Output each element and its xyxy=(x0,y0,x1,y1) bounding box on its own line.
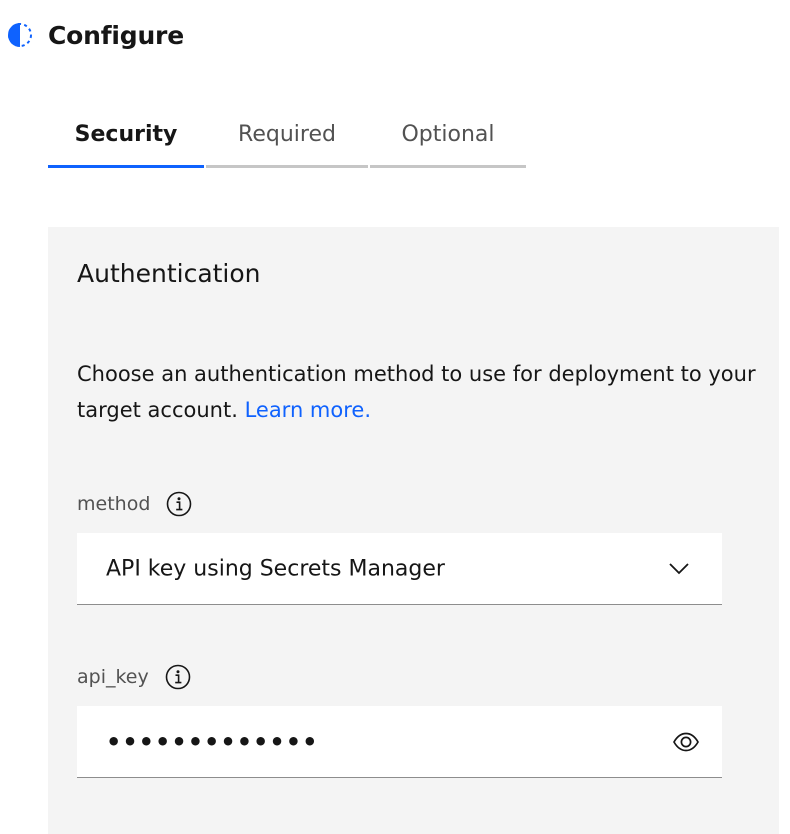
half-circle-progress-icon xyxy=(8,23,32,47)
authentication-panel: Authentication Choose an authentication … xyxy=(48,227,779,834)
method-selected-value: API key using Secrets Manager xyxy=(106,556,445,581)
page-header: Configure xyxy=(7,18,184,52)
learn-more-link[interactable]: Learn more. xyxy=(245,398,371,422)
method-label: method xyxy=(77,491,192,517)
api-key-label-text: api_key xyxy=(77,666,149,688)
info-icon[interactable] xyxy=(166,491,192,517)
configure-page: Configure Security Required Optional Aut… xyxy=(0,0,790,834)
description-text: Choose an authentication method to use f… xyxy=(77,362,756,422)
eye-icon[interactable] xyxy=(672,728,700,756)
tab-list: Security Required Optional xyxy=(48,100,528,168)
page-title: Configure xyxy=(48,20,184,50)
section-description: Choose an authentication method to use f… xyxy=(77,356,757,428)
api-key-masked-value: ••••••••••••• xyxy=(106,727,319,756)
method-label-text: method xyxy=(77,493,151,515)
api-key-label: api_key xyxy=(77,664,191,690)
method-dropdown[interactable]: API key using Secrets Manager xyxy=(77,533,722,605)
tab-required[interactable]: Required xyxy=(206,100,368,168)
info-icon[interactable] xyxy=(165,664,191,690)
section-title: Authentication xyxy=(77,259,261,288)
tab-optional[interactable]: Optional xyxy=(370,100,526,168)
api-key-input[interactable]: ••••••••••••• xyxy=(77,706,722,778)
chevron-down-icon xyxy=(669,563,689,575)
tab-security[interactable]: Security xyxy=(48,100,204,168)
